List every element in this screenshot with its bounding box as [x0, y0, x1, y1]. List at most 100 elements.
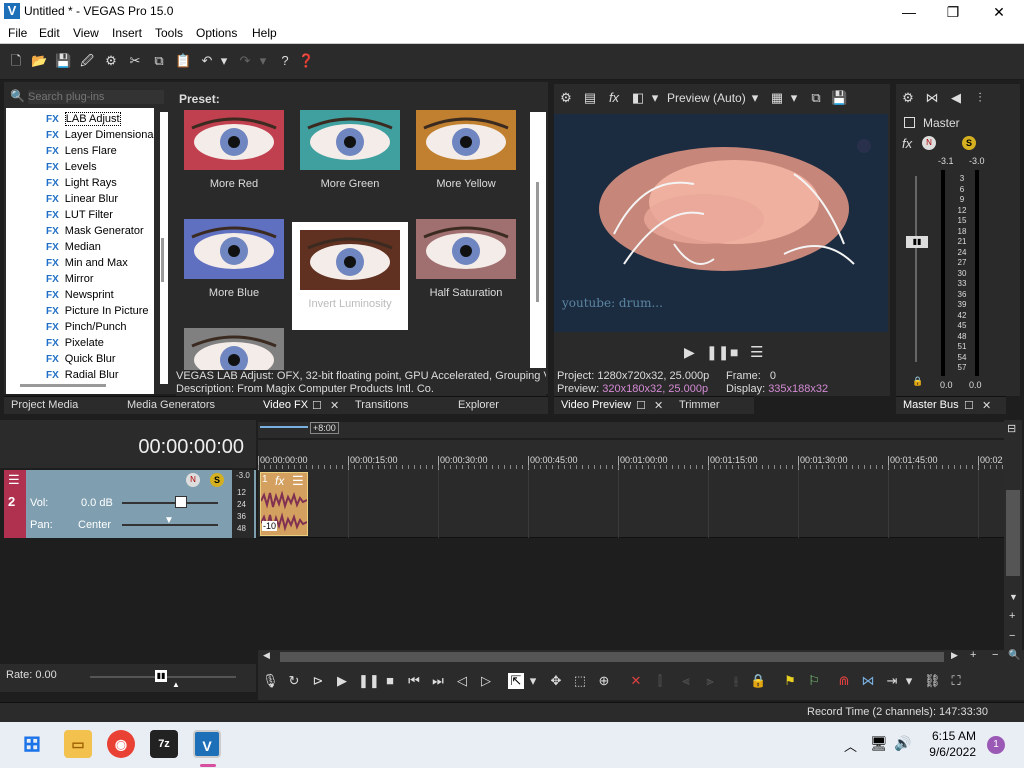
- menu-tools[interactable]: Tools: [155, 26, 183, 40]
- plugin-item[interactable]: FX Quick Blur: [46, 353, 116, 369]
- record-icon[interactable]: 🎙: [262, 673, 279, 689]
- paste-icon[interactable]: 📋: [175, 53, 191, 69]
- preset-tile[interactable]: [180, 328, 288, 370]
- hzoom-in-icon[interactable]: +: [970, 649, 976, 661]
- copy-snapshot-icon[interactable]: ⧉: [808, 90, 824, 106]
- menu-insert[interactable]: Insert: [112, 26, 142, 40]
- plugin-item[interactable]: FX Median: [46, 241, 101, 257]
- preview-device-icon[interactable]: ▤: [582, 90, 598, 106]
- tab-explorer[interactable]: Explorer: [458, 399, 499, 411]
- tab-master-bus[interactable]: Master Bus: [903, 399, 959, 411]
- next-frame-icon[interactable]: ▷: [478, 673, 494, 689]
- tree-scrollbar[interactable]: [160, 112, 168, 384]
- rate-slider-handle[interactable]: ▮▮: [155, 670, 167, 682]
- open-icon[interactable]: 📂: [31, 53, 47, 69]
- plugin-item[interactable]: FX Min and Max: [46, 257, 128, 273]
- mixer-icon[interactable]: ⫶: [972, 90, 988, 106]
- vol-slider-handle[interactable]: [175, 496, 187, 508]
- video-fx-icon[interactable]: fx: [606, 90, 622, 106]
- timeline-vscrollbar[interactable]: ⊟ ▼ + −: [1004, 420, 1022, 650]
- master-lock-icon[interactable]: 🔒: [912, 376, 923, 387]
- transport-pause-icon[interactable]: ❚❚: [358, 673, 380, 689]
- preview-settings-icon[interactable]: ⚙: [558, 90, 574, 106]
- tab-video-fx-undock-icon[interactable]: ☐: [312, 399, 322, 412]
- preset-tile[interactable]: More Green: [296, 110, 404, 215]
- trim-start-icon[interactable]: ⫷: [678, 673, 694, 689]
- edit-tool-dropdown-icon[interactable]: ▾: [528, 673, 538, 689]
- timeline-ruler[interactable]: 00:00:00:00 00:00:15:00 00:00:30:00 00:00:4…: [258, 440, 1004, 470]
- transport-stop-icon[interactable]: ■: [382, 673, 398, 689]
- master-checkbox[interactable]: [904, 117, 915, 128]
- network-icon[interactable]: 🖥: [870, 735, 888, 752]
- preset-tile[interactable]: More Blue: [180, 219, 288, 324]
- plugin-item[interactable]: FX Pinch/Punch: [46, 321, 127, 337]
- normal-edit-tool-icon[interactable]: ⇱: [508, 673, 524, 689]
- tab-video-fx[interactable]: Video FX: [263, 399, 308, 411]
- loop-icon[interactable]: ↻: [286, 673, 302, 689]
- delete-icon[interactable]: ✕: [628, 673, 644, 689]
- redo-icon[interactable]: ↷: [237, 53, 253, 69]
- pause-icon[interactable]: ❚❚: [706, 344, 729, 361]
- preset-tile[interactable]: Invert Luminosity: [292, 222, 408, 330]
- plugin-item[interactable]: FX Pixelate: [46, 337, 104, 353]
- tray-chevron-icon[interactable]: ︿: [844, 736, 857, 755]
- vol-slider-track[interactable]: [122, 502, 218, 504]
- properties-icon[interactable]: ⚙: [103, 53, 119, 69]
- track-solo-icon[interactable]: S: [210, 473, 224, 487]
- plugin-item[interactable]: FX Mirror: [46, 273, 94, 289]
- undo-icon[interactable]: ↶: [199, 53, 215, 69]
- ignore-grouping-icon[interactable]: ⛶: [948, 673, 964, 689]
- track-menu-icon[interactable]: ☰: [8, 472, 20, 488]
- zoom-bar[interactable]: [260, 426, 308, 428]
- vscroll-top-icon[interactable]: ⊟: [1007, 422, 1016, 435]
- envelope-tool-icon[interactable]: ✥: [548, 673, 564, 689]
- dim-output-icon[interactable]: ◀: [948, 90, 964, 106]
- hzoom-out-icon[interactable]: −: [992, 649, 998, 661]
- new-icon[interactable]: 🗋: [8, 53, 24, 69]
- close-button[interactable]: ✕: [976, 0, 1022, 24]
- prev-frame-icon[interactable]: ◁: [454, 673, 470, 689]
- hscroll-right-icon[interactable]: ▶: [951, 650, 958, 661]
- downmix-icon[interactable]: ⋈: [924, 90, 940, 106]
- overlays-dropdown-icon[interactable]: ▾: [789, 90, 799, 106]
- stop-icon[interactable]: ■: [730, 344, 738, 360]
- ripple-edit-icon[interactable]: ⇥: [884, 673, 900, 689]
- track-color-strip[interactable]: ☰ 2: [4, 470, 26, 538]
- cut-icon[interactable]: ✂: [127, 53, 143, 69]
- tab-transitions[interactable]: Transitions: [355, 399, 408, 411]
- master-settings-icon[interactable]: ⚙: [900, 90, 916, 106]
- tab-media-generators[interactable]: Media Generators: [127, 399, 215, 411]
- notification-badge[interactable]: 1: [987, 736, 1005, 754]
- master-fx-icon[interactable]: fx: [902, 136, 912, 151]
- clock-time[interactable]: 6:15 AM: [928, 729, 976, 743]
- vzoom-in-icon[interactable]: +: [1009, 610, 1015, 622]
- split-icon[interactable]: ⫲: [728, 673, 744, 689]
- plugin-item[interactable]: FX Layer Dimensional: [46, 129, 154, 145]
- zoom-tool-icon[interactable]: 🔍: [1008, 650, 1020, 661]
- event-menu-icon[interactable]: ☰: [292, 473, 304, 489]
- save-as-icon[interactable]: 🖉: [79, 53, 95, 69]
- preview-quality-dropdown-icon[interactable]: ▾: [750, 90, 760, 106]
- 7zip-icon[interactable]: 7z: [150, 730, 178, 758]
- plugin-tree[interactable]: FX LAB Adjust FX Layer Dimensional FX Lens Fl…: [6, 108, 154, 394]
- whats-this-icon[interactable]: ?: [277, 53, 293, 69]
- zoom-edit-tool-icon[interactable]: ⊕: [596, 673, 612, 689]
- plugin-item[interactable]: FX LAB Adjust: [46, 112, 121, 129]
- redo-dropdown-icon[interactable]: ▾: [258, 53, 268, 69]
- hscroll-left-icon[interactable]: ◀: [263, 650, 270, 661]
- clock-date[interactable]: 9/6/2022: [926, 745, 976, 759]
- plugin-item[interactable]: FX Levels: [46, 161, 97, 177]
- split-screen-icon[interactable]: ◧: [630, 90, 646, 106]
- save-icon[interactable]: 💾: [55, 53, 71, 69]
- trim-icon[interactable]: ⫿: [652, 673, 668, 689]
- ripple-dropdown-icon[interactable]: ▾: [904, 673, 914, 689]
- transport-play-icon[interactable]: ▶: [334, 673, 350, 689]
- insert-marker-icon[interactable]: ⚑: [782, 673, 798, 689]
- audio-track-lane[interactable]: [258, 470, 1004, 538]
- plugin-item[interactable]: FX Picture In Picture: [46, 305, 149, 321]
- audio-event[interactable]: 1 fx ☰ -10: [260, 472, 308, 536]
- auto-crossfade-icon[interactable]: ⋈: [860, 673, 876, 689]
- menu-help[interactable]: Help: [252, 26, 277, 40]
- pan-slider-handle[interactable]: ▼: [164, 515, 174, 526]
- tab-master-bus-close-icon[interactable]: ✕: [982, 399, 991, 412]
